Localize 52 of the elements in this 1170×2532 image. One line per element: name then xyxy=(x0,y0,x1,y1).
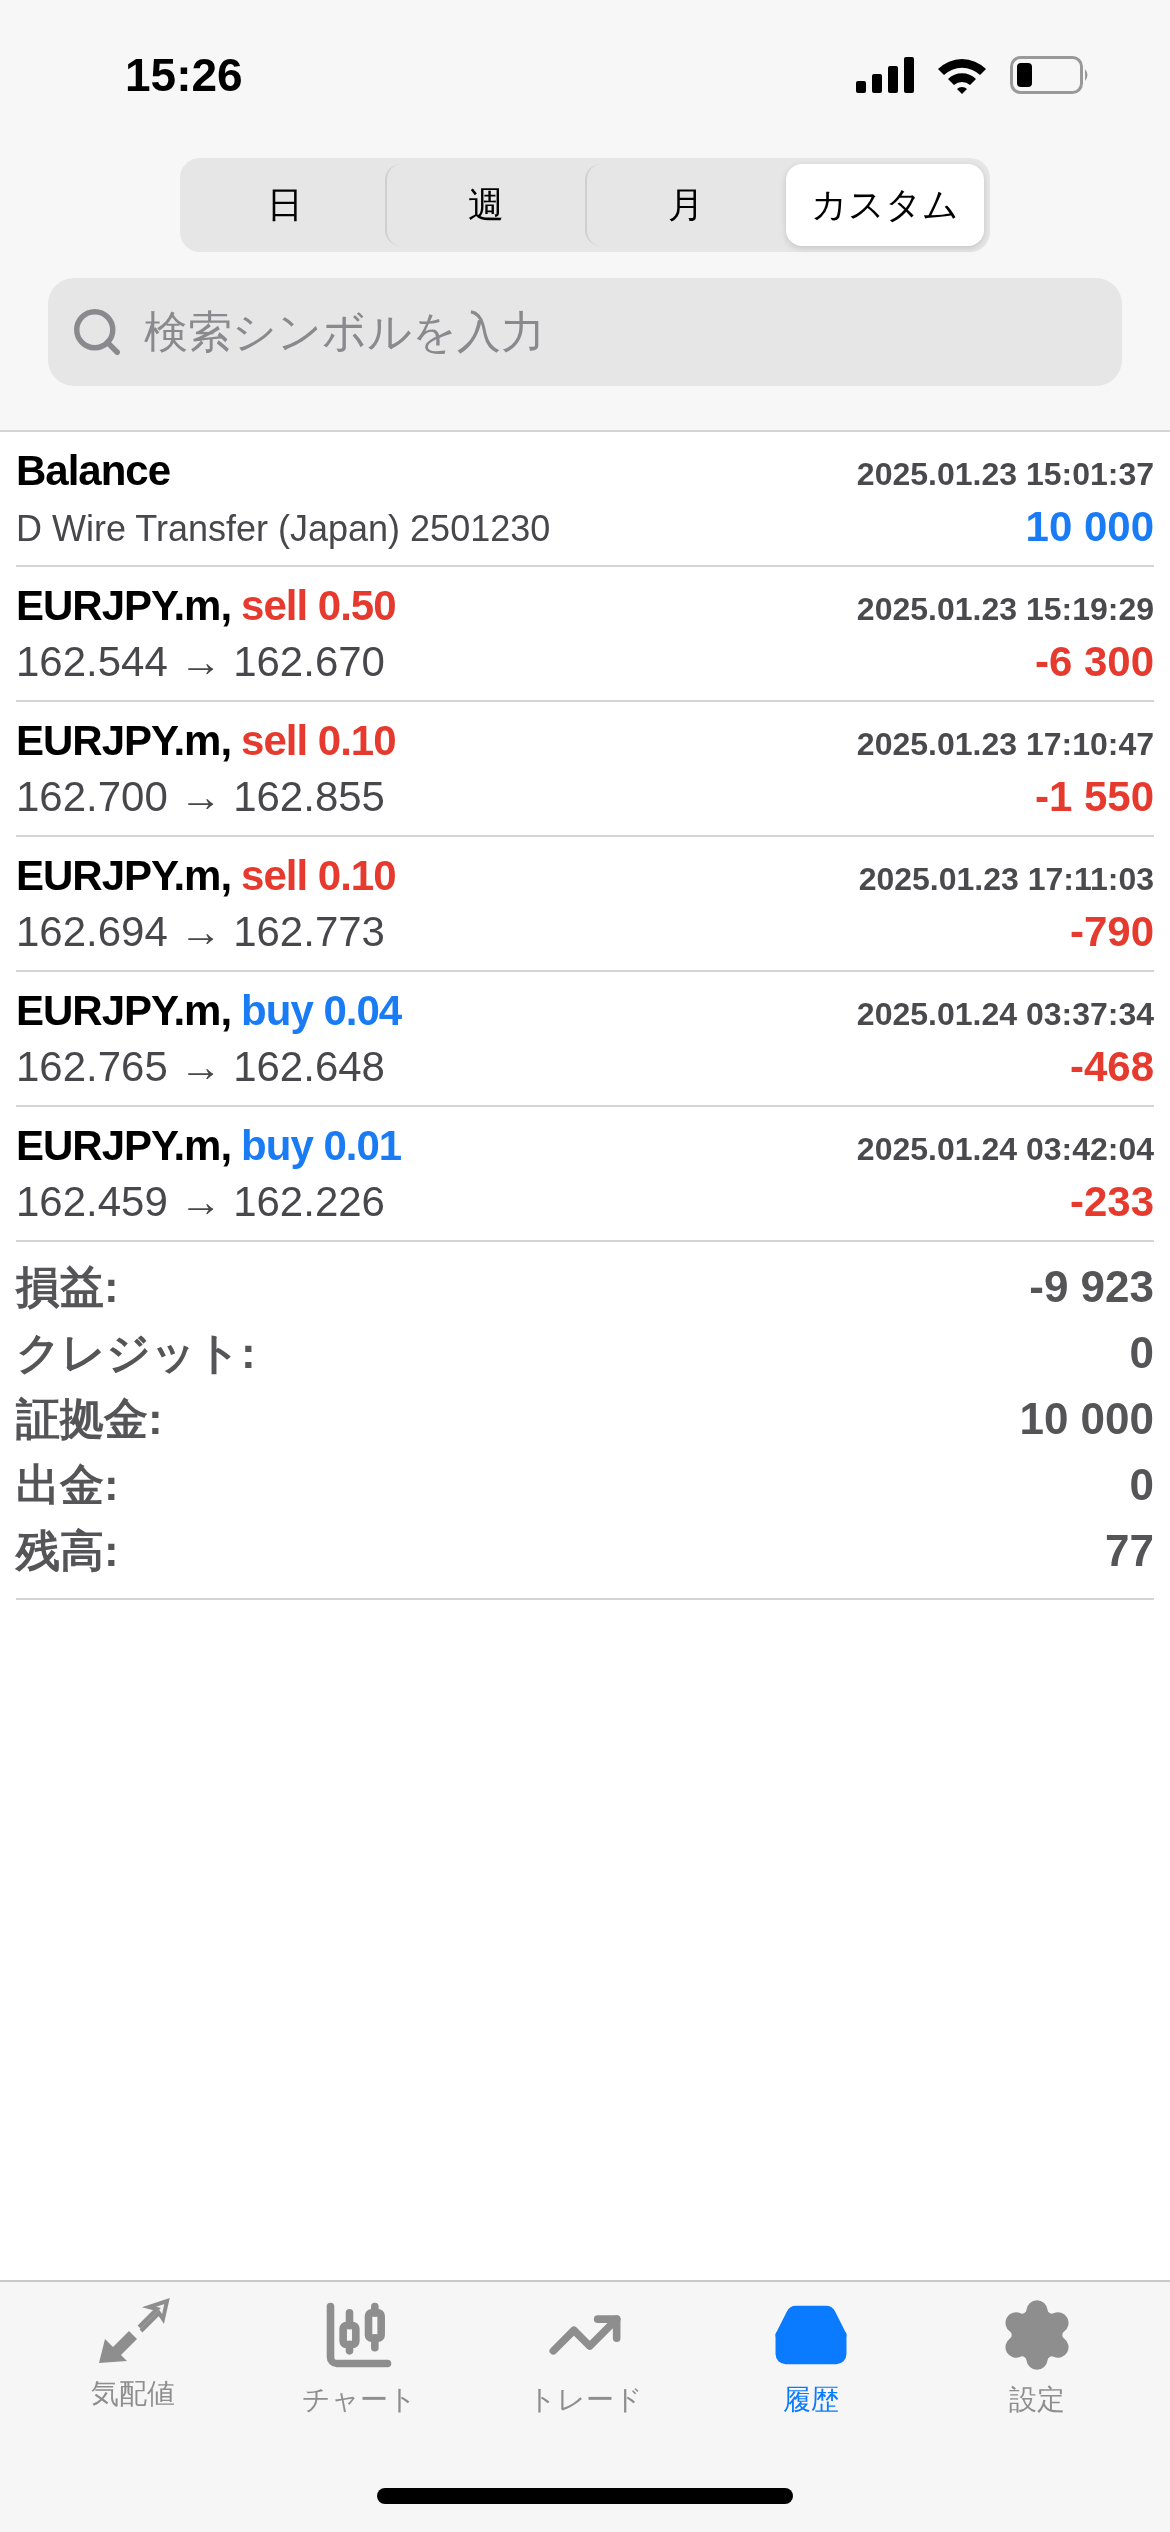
price-range: 162.765 → 162.648 xyxy=(16,1042,385,1091)
profit-amount: 10 000 xyxy=(1025,502,1154,551)
symbol-label: EURJPY.m, xyxy=(16,1121,232,1170)
timestamp: 2025.01.23 15:01:37 xyxy=(856,455,1154,493)
profit-amount: -1 550 xyxy=(1034,772,1154,821)
price-range: 162.544 → 162.670 xyxy=(16,637,385,686)
timestamp: 2025.01.23 17:11:03 xyxy=(858,860,1154,898)
period-tab[interactable]: カスタム xyxy=(785,164,984,246)
symbol-label: Balance xyxy=(16,446,171,495)
profit-amount: -468 xyxy=(1069,1042,1154,1091)
comment-text: D Wire Transfer (Japan) 2501230 xyxy=(16,507,551,550)
symbol-label: EURJPY.m, xyxy=(16,581,232,630)
profit-amount: -233 xyxy=(1069,1177,1154,1226)
price-range: 162.459 → 162.226 xyxy=(16,1177,385,1226)
timestamp: 2025.01.23 17:10:47 xyxy=(856,725,1154,763)
price-range: 162.700 → 162.855 xyxy=(16,772,385,821)
summary-label: クレジット: xyxy=(16,1326,256,1379)
order-label: buy 0.01 xyxy=(241,1121,402,1170)
profit-amount: -790 xyxy=(1069,907,1154,956)
summary-label: 損益: xyxy=(16,1260,119,1313)
nav-tab[interactable]: 履歴 xyxy=(698,2296,924,2420)
summary-value: 0 xyxy=(1129,1460,1154,1510)
symbol-label: EURJPY.m, xyxy=(16,986,232,1035)
battery-icon xyxy=(1010,56,1090,94)
symbol-label: EURJPY.m, xyxy=(16,716,232,765)
profit-amount: -6 300 xyxy=(1034,637,1154,686)
summary-label: 証拠金: xyxy=(16,1392,163,1445)
signal-icon xyxy=(856,57,914,93)
nav-tab[interactable]: 設定 xyxy=(924,2296,1150,2420)
nav-tab[interactable]: トレード xyxy=(472,2296,698,2420)
price-range: 162.694 → 162.773 xyxy=(16,907,385,956)
order-label: sell 0.50 xyxy=(241,581,396,630)
nav-tab[interactable]: チャート xyxy=(246,2296,472,2420)
summary-value: 10 000 xyxy=(1019,1394,1154,1444)
period-tab[interactable]: 週 xyxy=(384,164,585,246)
order-label: sell 0.10 xyxy=(241,716,396,765)
summary-label: 残高: xyxy=(16,1524,119,1577)
order-label: sell 0.10 xyxy=(241,851,396,900)
summary-label: 出金: xyxy=(16,1458,119,1511)
status-time: 15:26 xyxy=(125,48,243,102)
summary-value: -9 923 xyxy=(1029,1262,1154,1312)
wifi-icon xyxy=(936,56,988,94)
timestamp: 2025.01.24 03:37:34 xyxy=(856,995,1154,1033)
symbol-label: EURJPY.m, xyxy=(16,851,232,900)
timestamp: 2025.01.23 15:19:29 xyxy=(856,590,1154,628)
summary-value: 77 xyxy=(1105,1526,1154,1576)
nav-tab[interactable]: 気配値 xyxy=(20,2296,246,2420)
order-label: buy 0.04 xyxy=(241,986,402,1035)
period-tab[interactable]: 日 xyxy=(186,164,385,246)
search-field[interactable]: 検索シンボルを入力 xyxy=(48,278,1122,386)
timestamp: 2025.01.24 03:42:04 xyxy=(856,1130,1154,1168)
summary-value: 0 xyxy=(1129,1328,1154,1378)
